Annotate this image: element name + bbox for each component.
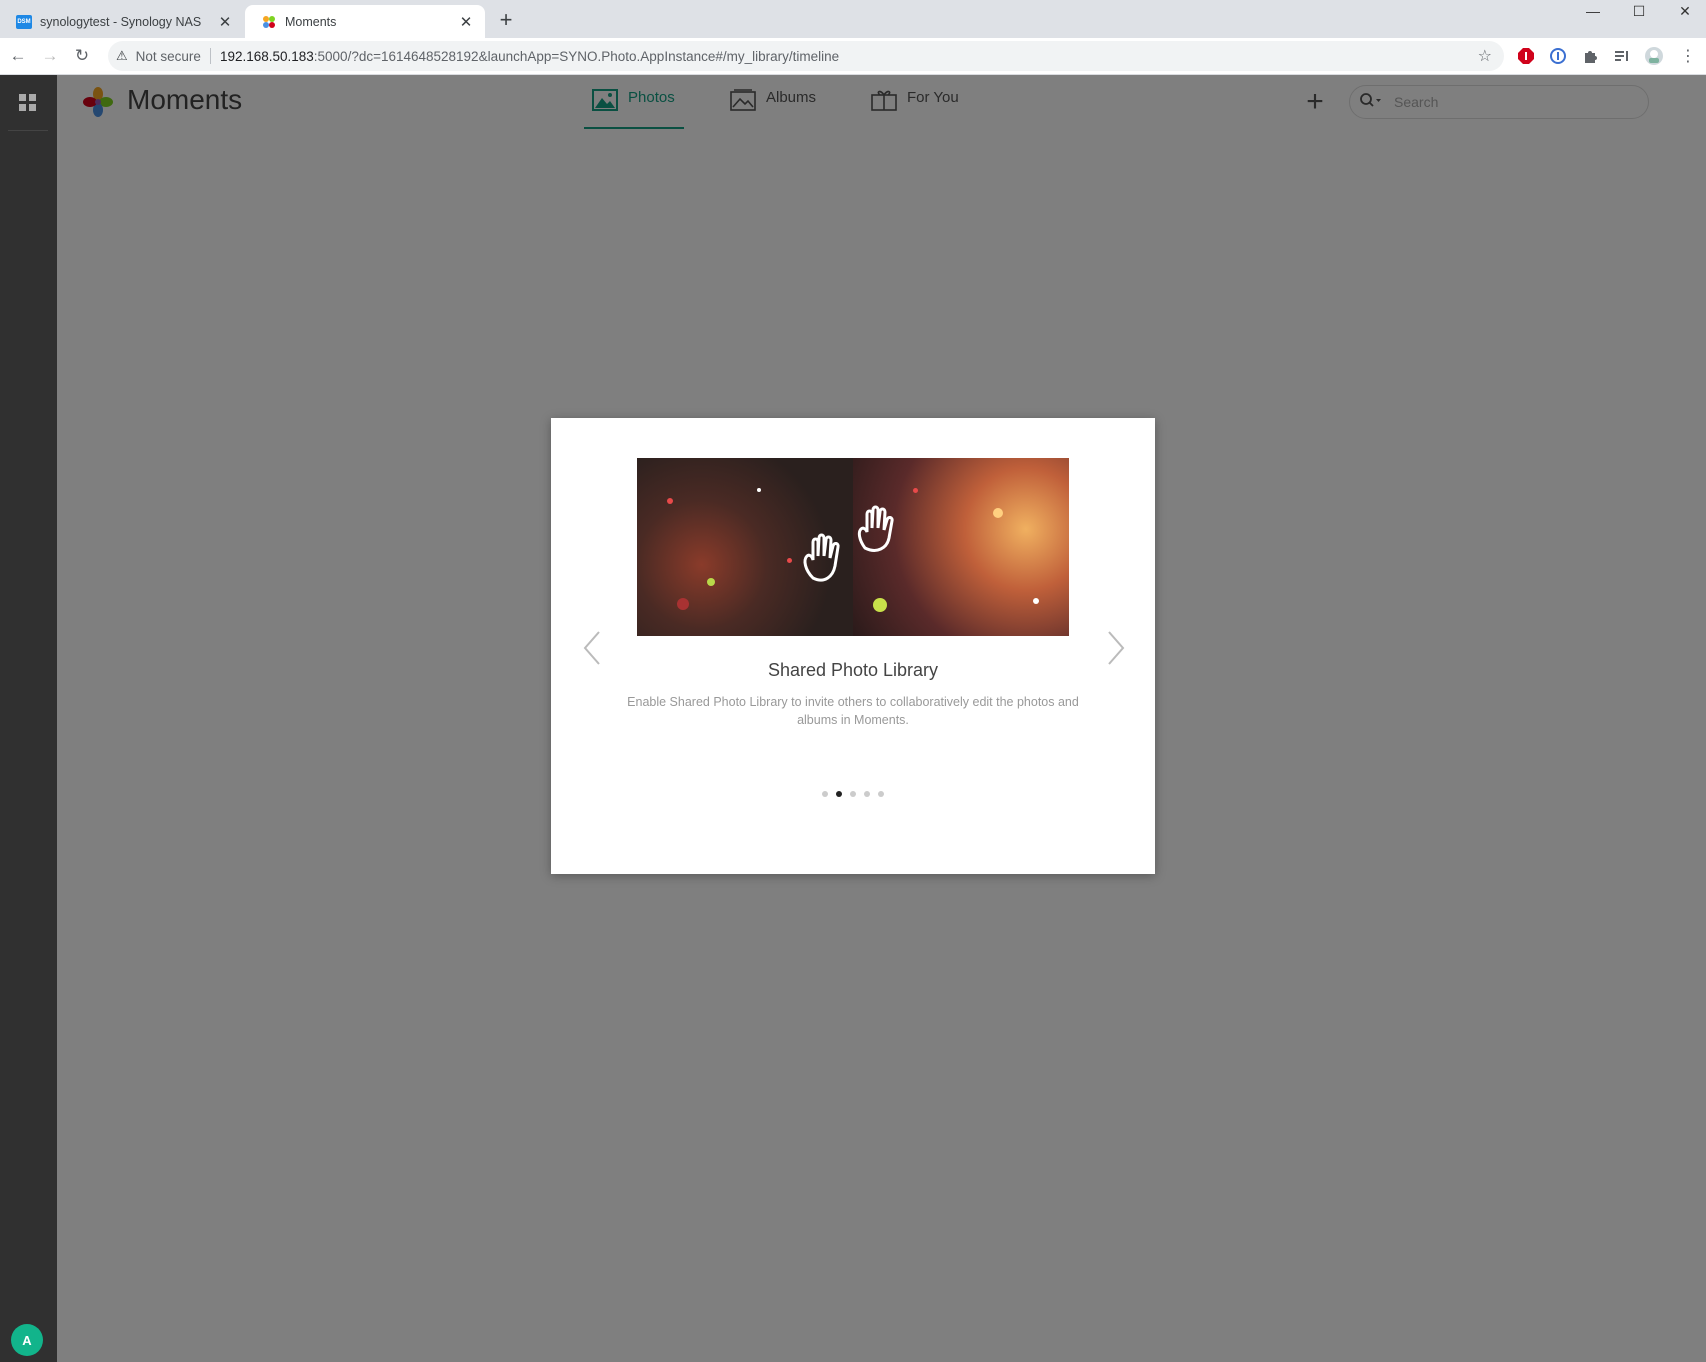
browser-toolbar: ← → ↻ ⚠ Not secure 192.168.50.183:5000/?… xyxy=(0,38,1706,75)
maximize-icon[interactable]: ☐ xyxy=(1616,0,1662,22)
tab-title: Moments xyxy=(285,14,337,29)
minimize-icon[interactable]: — xyxy=(1570,0,1616,22)
slide-illustration xyxy=(637,458,1069,636)
browser-tab-synology-nas[interactable]: DSM synologytest - Synology NAS ✕ xyxy=(0,5,244,38)
new-tab-plus-icon[interactable]: + xyxy=(494,7,518,32)
hand-wave-icon xyxy=(799,530,855,591)
url-host: 192.168.50.183 xyxy=(219,48,314,64)
address-bar[interactable]: ⚠ Not secure 192.168.50.183:5000/?dc=161… xyxy=(108,41,1504,71)
puzzle-extensions-icon[interactable] xyxy=(1580,46,1600,66)
app-grid-icon[interactable] xyxy=(18,93,38,113)
window-close-icon[interactable]: ✕ xyxy=(1662,0,1706,22)
moments-icon xyxy=(261,14,277,30)
pagination-dot[interactable] xyxy=(822,791,828,797)
dsm-icon: DSM xyxy=(16,14,32,30)
url-path: :5000/?dc=1614648528192&launchApp=SYNO.P… xyxy=(313,48,840,64)
close-icon[interactable]: ✕ xyxy=(216,13,234,31)
password-manager-extension-icon[interactable] xyxy=(1548,46,1568,66)
browser-menu-icon[interactable]: ⋮ xyxy=(1678,46,1698,66)
sidebar-divider xyxy=(8,130,48,131)
back-arrow-icon[interactable]: ← xyxy=(6,44,30,68)
reload-icon[interactable]: ↻ xyxy=(70,44,94,68)
user-avatar[interactable]: A xyxy=(11,1324,43,1356)
media-queue-icon[interactable] xyxy=(1612,46,1632,66)
close-icon[interactable]: ✕ xyxy=(457,13,475,31)
omnibox-divider xyxy=(209,48,211,64)
pagination-dot[interactable] xyxy=(850,791,856,797)
dsm-favicon-text: DSM xyxy=(16,14,32,29)
intro-dialog: Shared Photo Library Enable Shared Photo… xyxy=(551,418,1155,874)
browser-tabstrip: DSM synologytest - Synology NAS ✕ Moment… xyxy=(0,0,1706,38)
hand-high-five-icon xyxy=(855,502,903,563)
browser-tab-moments[interactable]: Moments ✕ xyxy=(245,5,485,38)
forward-arrow-icon[interactable]: → xyxy=(38,44,62,68)
profile-avatar-icon[interactable] xyxy=(1644,46,1664,66)
adblock-extension-icon[interactable] xyxy=(1516,46,1536,66)
pagination-dot-active[interactable] xyxy=(836,791,842,797)
bookmark-star-icon[interactable]: ☆ xyxy=(1478,46,1492,66)
slide-pagination xyxy=(551,791,1155,797)
tab-title: synologytest - Synology NAS xyxy=(40,14,202,29)
slide-title: Shared Photo Library xyxy=(767,660,939,680)
slide-description: Enable Shared Photo Library to invite ot… xyxy=(627,695,1079,727)
dsm-sidebar: A xyxy=(0,75,57,1362)
pagination-dot[interactable] xyxy=(864,791,870,797)
warning-triangle-icon: ⚠ xyxy=(116,48,128,63)
not-secure-label: Not secure xyxy=(135,48,201,64)
pagination-dot[interactable] xyxy=(878,791,884,797)
